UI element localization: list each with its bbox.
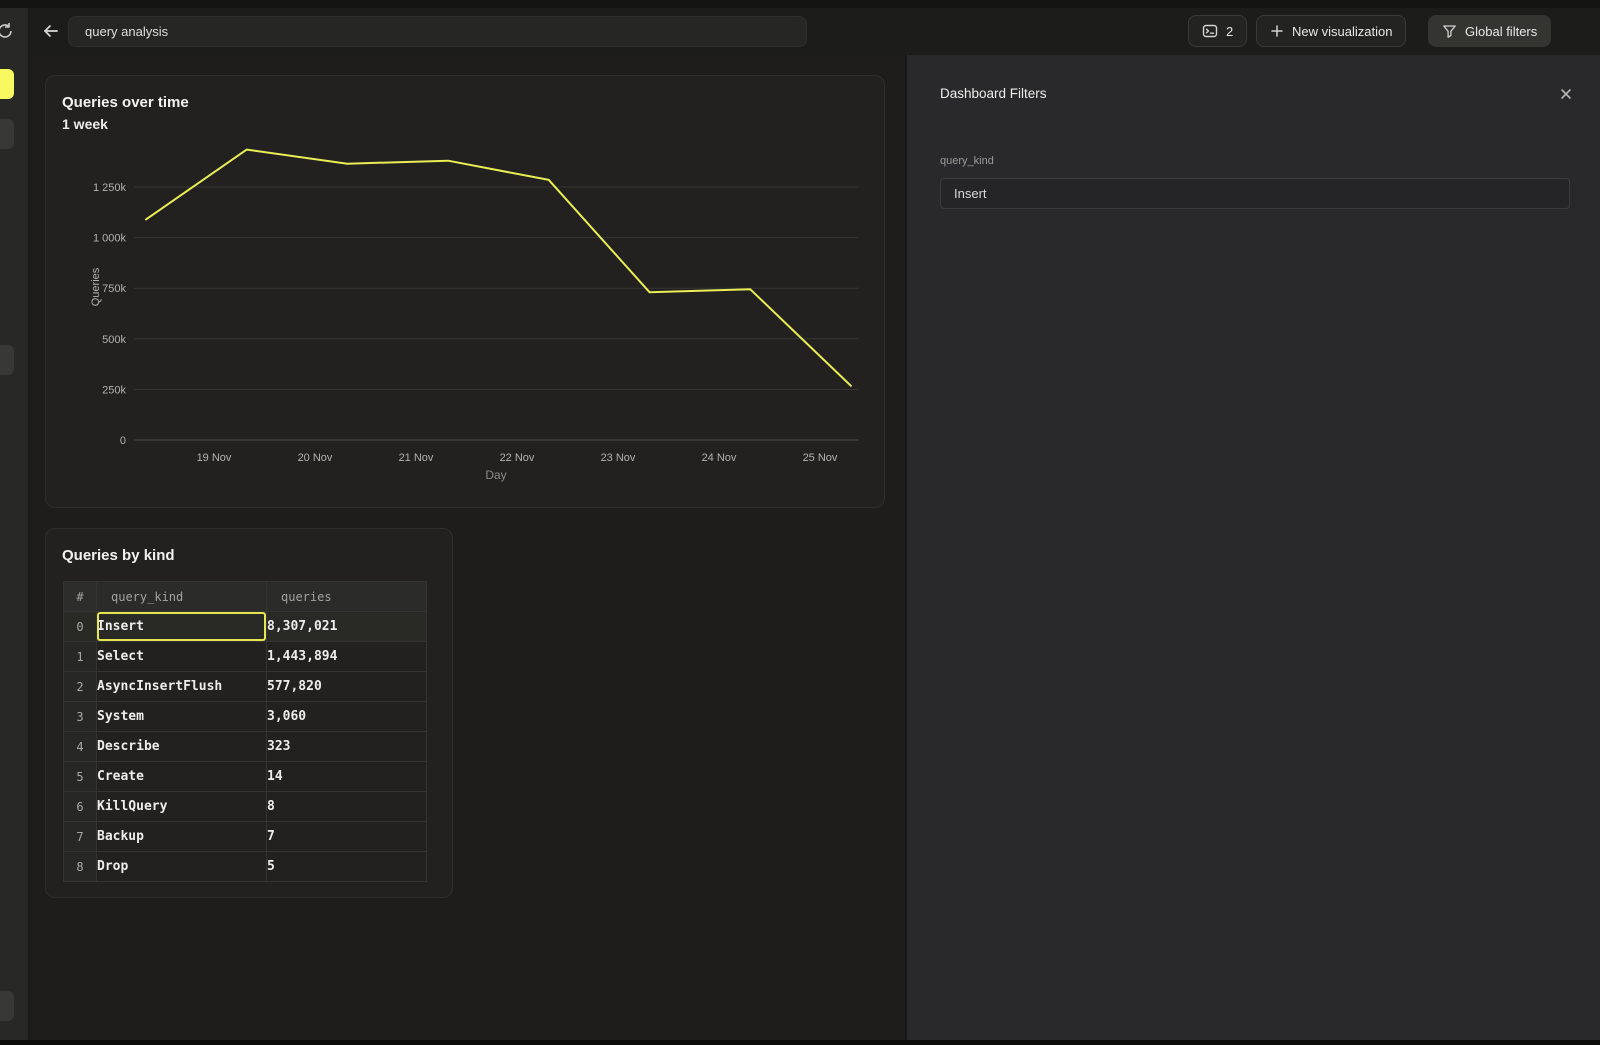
table-row: 7Backup7 — [64, 822, 427, 852]
chart-title: Queries over time — [62, 94, 189, 111]
row-index-cell: 7 — [64, 822, 97, 852]
table-row: 4Describe323 — [64, 732, 427, 762]
console-icon — [1202, 23, 1218, 39]
new-visualization-label: New visualization — [1292, 24, 1392, 39]
table-row: 0Insert8,307,021 — [64, 612, 427, 642]
query-kind-cell[interactable]: KillQuery — [97, 792, 267, 822]
row-index-cell: 4 — [64, 732, 97, 762]
queries-value-cell[interactable]: 577,820 — [267, 672, 427, 702]
queries-value-cell[interactable]: 14 — [267, 762, 427, 792]
y-axis-tick-label: 1 000k — [93, 233, 127, 245]
query-kind-cell[interactable]: Describe — [97, 732, 267, 762]
column-header-queries: queries — [267, 582, 427, 612]
x-axis-tick-label: 20 Nov — [298, 452, 333, 464]
y-axis-title: Queries — [90, 257, 102, 317]
x-axis-title: Day — [466, 468, 526, 482]
table-row: 6KillQuery8 — [64, 792, 427, 822]
queries-line-chart: 0 250k 500k 750k 1 000k 1 250k 19 Nov 20 Nov 21 … — [46, 76, 886, 509]
row-index-cell: 2 — [64, 672, 97, 702]
row-index-cell: 3 — [64, 702, 97, 732]
query-kind-cell[interactable]: Insert — [97, 612, 267, 642]
back-arrow-icon[interactable] — [38, 18, 64, 44]
global-filters-button[interactable]: Global filters — [1428, 15, 1551, 47]
x-axis-tick-label: 23 Nov — [601, 452, 636, 464]
column-header-query-kind: query_kind — [97, 582, 267, 612]
close-icon[interactable] — [1555, 83, 1577, 105]
queries-value-cell[interactable]: 8 — [267, 792, 427, 822]
query-kind-cell[interactable]: Backup — [97, 822, 267, 852]
y-axis-tick-label: 750k — [102, 283, 126, 295]
column-header-index: # — [64, 582, 97, 612]
row-index-cell: 6 — [64, 792, 97, 822]
queries-value-cell[interactable]: 7 — [267, 822, 427, 852]
refresh-icon[interactable] — [0, 21, 15, 41]
queries-over-time-card: 0 250k 500k 750k 1 000k 1 250k 19 Nov 20 Nov 21 … — [45, 75, 885, 508]
query-kind-cell[interactable]: Select — [97, 642, 267, 672]
filter-field-label: query_kind — [940, 155, 994, 167]
queries-value-cell[interactable]: 8,307,021 — [267, 612, 427, 642]
row-index-cell: 0 — [64, 612, 97, 642]
query-kind-cell[interactable]: AsyncInsertFlush — [97, 672, 267, 702]
queries-value-cell[interactable]: 5 — [267, 852, 427, 882]
query-kind-cell[interactable]: Create — [97, 762, 267, 792]
sidebar-item-current-dashboard[interactable] — [0, 69, 14, 99]
plus-icon — [1270, 24, 1284, 38]
filter-funnel-icon — [1442, 24, 1457, 39]
table-row: 1Select1,443,894 — [64, 642, 427, 672]
sidebar-item[interactable] — [0, 991, 14, 1021]
queries-line-series — [146, 150, 851, 386]
queries-value-cell[interactable]: 3,060 — [267, 702, 427, 732]
queries-value-cell[interactable]: 1,443,894 — [267, 642, 427, 672]
table-row: 5Create14 — [64, 762, 427, 792]
window-top-edge — [0, 0, 1600, 8]
row-index-cell: 1 — [64, 642, 97, 672]
chart-subtitle: 1 week — [62, 116, 108, 132]
query-kind-filter-input[interactable] — [940, 178, 1570, 209]
left-sidebar-rail — [0, 8, 30, 1040]
window-bottom-edge — [0, 1040, 1600, 1045]
sidebar-item[interactable] — [0, 345, 14, 375]
console-count: 2 — [1226, 24, 1233, 39]
y-axis-tick-label: 250k — [102, 384, 126, 396]
x-axis-tick-label: 22 Nov — [500, 452, 535, 464]
queries-by-kind-card: Queries by kind # query_kind queries 0In… — [45, 528, 453, 898]
x-axis-tick-label: 24 Nov — [702, 452, 737, 464]
queries-value-cell[interactable]: 323 — [267, 732, 427, 762]
table-row: 8Drop5 — [64, 852, 427, 882]
dashboard-name-input[interactable] — [68, 16, 807, 47]
global-filters-label: Global filters — [1465, 24, 1537, 39]
table-header-row: # query_kind queries — [64, 582, 427, 612]
sidebar-item[interactable] — [0, 119, 14, 149]
queries-by-kind-table: # query_kind queries 0Insert8,307,0211Se… — [63, 581, 427, 882]
table-row: 2AsyncInsertFlush577,820 — [64, 672, 427, 702]
query-kind-cell[interactable]: System — [97, 702, 267, 732]
row-index-cell: 8 — [64, 852, 97, 882]
table-title: Queries by kind — [62, 547, 175, 564]
filters-panel-title: Dashboard Filters — [940, 86, 1047, 101]
table-row: 3System3,060 — [64, 702, 427, 732]
y-axis-tick-label: 500k — [102, 334, 126, 346]
y-axis-tick-label: 1 250k — [93, 182, 127, 194]
console-count-button[interactable]: 2 — [1188, 15, 1247, 47]
query-kind-cell[interactable]: Drop — [97, 852, 267, 882]
new-visualization-button[interactable]: New visualization — [1256, 15, 1406, 47]
x-axis-tick-label: 25 Nov — [803, 452, 838, 464]
row-index-cell: 5 — [64, 762, 97, 792]
y-axis-tick-label: 0 — [120, 435, 126, 447]
x-axis-tick-label: 21 Nov — [399, 452, 434, 464]
x-axis-tick-label: 19 Nov — [197, 452, 232, 464]
dashboard-filters-panel: Dashboard Filters query_kind — [905, 55, 1600, 1040]
